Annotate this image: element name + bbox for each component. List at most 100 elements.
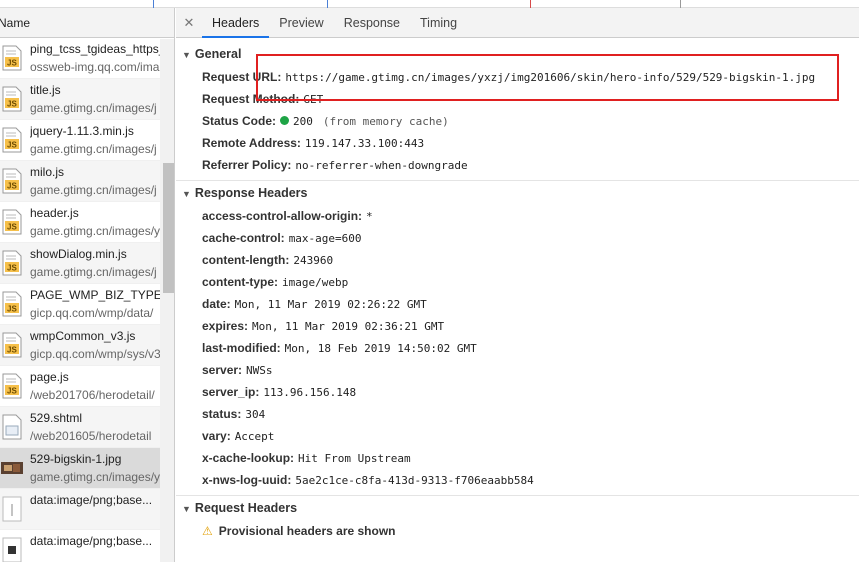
header-value: * — [366, 210, 373, 223]
header-value: Accept — [234, 430, 275, 443]
request-path: gicp.qq.com/wmp/sys/v3 — [30, 347, 160, 361]
svg-text:JS: JS — [7, 100, 17, 109]
svg-text:JS: JS — [7, 346, 17, 355]
header-key: access-control-allow-origin: — [202, 209, 363, 223]
header-value: Mon, 11 Mar 2019 02:36:21 GMT — [252, 320, 445, 333]
scrollbar-track[interactable] — [160, 39, 174, 562]
svg-text:JS: JS — [7, 387, 17, 396]
svg-text:JS: JS — [7, 182, 17, 191]
request-name: jquery-1.11.3.min.js — [30, 124, 134, 138]
header-value: max-age=600 — [288, 232, 362, 245]
header-value: 243960 — [293, 254, 334, 267]
js-file-icon: JS — [1, 332, 23, 358]
request-path: game.gtimg.cn/images/y — [30, 470, 160, 484]
close-icon[interactable]: ✕ — [176, 15, 202, 31]
triangle-down-icon: ▼ — [182, 189, 191, 199]
details-tabbar: ✕ Headers Preview Response Timing — [176, 8, 859, 38]
request-path: /web201605/herodetail — [30, 429, 152, 443]
list-item[interactable]: 529.shtml/web201605/herodetail — [0, 407, 174, 448]
header-key: server_ip: — [202, 385, 260, 399]
list-item[interactable]: JS PAGE_WMP_BIZ_TYPE.js gicp.qq.com/wmp/da… — [0, 284, 174, 325]
response-header-row: content-length: 243960 — [176, 249, 859, 271]
image-thumbnail-icon — [1, 455, 23, 481]
tab-headers[interactable]: Headers — [202, 8, 270, 38]
header-value: image/webp — [282, 276, 349, 289]
request-list: JS ping_tcss_tgideas_https_ ossweb-img.qq.… — [0, 38, 174, 562]
request-path: game.gtimg.cn/images/j — [30, 183, 157, 197]
list-item[interactable]: JS header.js game.gtimg.cn/images/y — [0, 202, 174, 243]
js-file-icon: JS — [1, 250, 23, 276]
request-name: milo.js — [30, 165, 65, 179]
tab-response[interactable]: Response — [334, 8, 410, 38]
header-key: x-nws-log-uuid: — [202, 473, 292, 487]
general-section: ▼ General Request URL: https://game.gtimg.… — [176, 42, 859, 176]
document-icon — [1, 414, 23, 440]
header-key: server: — [202, 363, 243, 377]
header-key: cache-control: — [202, 231, 285, 245]
remote-address-row: Remote Address: 119.147.33.100:443 — [202, 136, 425, 150]
tab-preview[interactable]: Preview — [269, 8, 333, 38]
data-image-icon — [1, 496, 23, 522]
header-value: 5ae2c1ce-c8fa-413d-9313-f706eaabb584 — [295, 474, 534, 487]
name-column-header[interactable]: Name — [0, 8, 174, 38]
response-headers-header[interactable]: ▼ Response Headers — [176, 181, 859, 205]
list-item[interactable]: JS ping_tcss_tgideas_https_ ossweb-img.qq.… — [0, 38, 174, 79]
header-key: vary: — [202, 429, 231, 443]
list-item[interactable]: JS title.js game.gtimg.cn/images/j — [0, 79, 174, 120]
list-item[interactable]: JS showDialog.min.js game.gtimg.cn/images/… — [0, 243, 174, 284]
svg-text:JS: JS — [7, 305, 17, 314]
request-headers-header[interactable]: ▼ Request Headers — [176, 496, 859, 520]
response-header-row: last-modified: Mon, 18 Feb 2019 14:50:02 … — [176, 337, 859, 359]
js-file-icon: JS — [1, 168, 23, 194]
list-item[interactable]: data:image/png;base... — [0, 489, 174, 530]
referrer-policy-row: Referrer Policy: no-referrer-when-downgra… — [202, 158, 468, 172]
header-key: x-cache-lookup: — [202, 451, 295, 465]
status-ok-dot-icon — [280, 116, 290, 125]
request-name: page.js — [30, 370, 69, 384]
request-name: data:image/png;base... — [30, 493, 153, 507]
request-name: header.js — [30, 206, 79, 220]
header-key: content-length: — [202, 253, 290, 267]
request-name: 529-bigskin-1.jpg — [30, 452, 122, 466]
response-header-row: vary: Accept — [176, 425, 859, 447]
request-method-row: Request Method: GET — [202, 92, 324, 106]
request-path: game.gtimg.cn/images/j — [30, 265, 157, 279]
list-item[interactable]: JS wmpCommon_v3.js gicp.qq.com/wmp/sys/v3 — [0, 325, 174, 366]
header-value: Mon, 18 Feb 2019 14:50:02 GMT — [284, 342, 477, 355]
js-file-icon: JS — [1, 373, 23, 399]
header-key: status: — [202, 407, 242, 421]
header-value: Hit From Upstream — [298, 452, 411, 465]
header-value: Mon, 11 Mar 2019 02:26:22 GMT — [234, 298, 427, 311]
triangle-down-icon: ▼ — [182, 50, 191, 60]
list-item[interactable]: data:image/png;base... — [0, 530, 174, 562]
header-key: content-type: — [202, 275, 278, 289]
tab-timing[interactable]: Timing — [410, 8, 467, 38]
response-header-row: content-type: image/webp — [176, 271, 859, 293]
request-path: /web201706/herodetail/ — [30, 388, 155, 402]
svg-text:JS: JS — [7, 264, 17, 273]
js-file-icon: JS — [1, 291, 23, 317]
list-item[interactable]: JS page.js/web201706/herodetail/ — [0, 366, 174, 407]
scrollbar-thumb[interactable] — [163, 163, 174, 293]
list-item[interactable]: JS jquery-1.11.3.min.js game.gtimg.cn/imag… — [0, 120, 174, 161]
header-key: last-modified: — [202, 341, 281, 355]
request-name: showDialog.min.js — [30, 247, 127, 261]
request-name: wmpCommon_v3.js — [30, 329, 136, 343]
request-name: 529.shtml — [30, 411, 83, 425]
list-item[interactable]: 529-bigskin-1.jpg game.gtimg.cn/images/y — [0, 448, 174, 489]
response-header-row: server_ip: 113.96.156.148 — [176, 381, 859, 403]
header-key: date: — [202, 297, 231, 311]
request-path: gicp.qq.com/wmp/data/ — [30, 306, 154, 320]
response-header-row: cache-control: max-age=600 — [176, 227, 859, 249]
js-file-icon: JS — [1, 45, 23, 71]
response-header-row: x-nws-log-uuid: 5ae2c1ce-c8fa-413d-9313-f… — [176, 469, 859, 491]
request-path: game.gtimg.cn/images/j — [30, 101, 157, 115]
header-key: expires: — [202, 319, 249, 333]
header-value: 304 — [245, 408, 266, 421]
list-item[interactable]: JS milo.js game.gtimg.cn/images/j — [0, 161, 174, 202]
data-image-dark-icon — [1, 537, 23, 562]
general-section-header[interactable]: ▼ General — [176, 42, 859, 66]
warning-icon: ⚠ — [202, 524, 213, 538]
svg-text:JS: JS — [7, 141, 17, 150]
header-value: NWSs — [246, 364, 273, 377]
